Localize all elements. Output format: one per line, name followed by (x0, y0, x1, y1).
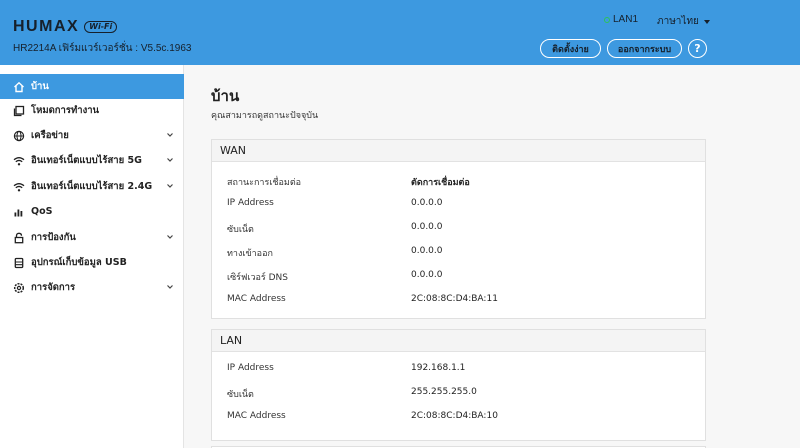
row-value: 2C:08:8C:D4:BA:11 (411, 294, 498, 304)
top-header: HUMAX Wi-Fi HR2214A เฟิร์มแวร์เวอร์ชั่น … (0, 0, 800, 65)
sidebar: บ้าน โหมดการทำงาน เครือข่าย อินเทอร์เน็ต… (0, 65, 184, 448)
wan-heading: WAN (212, 140, 705, 162)
wan-row-ip-address: IP Address 0.0.0.0 (227, 198, 687, 212)
firmware-version: HR2214A เฟิร์มแวร์เวอร์ชั่น : V5.5c.1963 (13, 43, 192, 54)
chevron-down-icon (167, 133, 173, 137)
wan-card: WAN สถานะการเชื่อมต่อ ตัดการเชื่อมต่อ IP… (211, 139, 706, 319)
lan-status-label: LAN1 (613, 14, 639, 25)
sidebar-item-label: อินเทอร์เน็ตแบบไร้สาย 2.4G (31, 181, 153, 192)
wifi-icon (12, 154, 25, 167)
brand-logo: HUMAX (13, 18, 80, 35)
language-label: ภาษาไทย (657, 16, 699, 27)
wan-row-dns: เซิร์ฟเวอร์ DNS 0.0.0.0 (227, 270, 687, 284)
quick-setup-button[interactable]: ติดตั้งง่าย (540, 39, 601, 58)
row-label: IP Address (227, 198, 274, 208)
gear-icon (12, 281, 25, 294)
sidebar-item-label: การป้องกัน (31, 232, 76, 243)
page-title: บ้าน (211, 87, 240, 105)
wifi-badge: Wi-Fi (84, 21, 118, 33)
lan-row-subnet: ซับเน็ต 255.255.255.0 (227, 387, 687, 401)
sidebar-item-label: อุปกรณ์เก็บข้อมูล USB (31, 257, 127, 268)
home-icon (12, 80, 25, 93)
chevron-down-icon (167, 184, 173, 188)
row-label: MAC Address (227, 294, 286, 304)
sidebar-item-wireless-5g[interactable]: อินเทอร์เน็ตแบบไร้สาย 5G (0, 148, 184, 173)
mode-icon (12, 104, 25, 117)
row-label: ทางเข้าออก (227, 249, 273, 259)
sidebar-item-home[interactable]: บ้าน (0, 74, 184, 99)
sidebar-item-label: เครือข่าย (31, 130, 69, 141)
row-label: เซิร์ฟเวอร์ DNS (227, 273, 288, 283)
chevron-down-icon (167, 285, 173, 289)
sidebar-item-network[interactable]: เครือข่าย (0, 123, 184, 148)
row-value: 0.0.0.0 (411, 198, 443, 208)
sidebar-item-label: โหมดการทำงาน (31, 105, 100, 116)
status-dot-icon (604, 16, 610, 23)
caret-down-icon (703, 19, 710, 24)
row-value: 192.168.1.1 (411, 363, 466, 373)
chevron-down-icon (167, 158, 173, 162)
language-select[interactable]: ภาษาไทย (657, 14, 710, 29)
sidebar-item-management[interactable]: การจัดการ (0, 275, 184, 300)
chevron-down-icon (167, 235, 173, 239)
row-label: สถานะการเชื่อมต่อ (227, 178, 302, 188)
row-value: 2C:08:8C:D4:BA:10 (411, 411, 498, 421)
sidebar-item-security[interactable]: การป้องกัน (0, 225, 184, 250)
row-value: 255.255.255.0 (411, 387, 477, 397)
lock-icon (12, 231, 25, 244)
row-value: ตัดการเชื่อมต่อ (411, 178, 470, 188)
logout-button[interactable]: ออกจากระบบ (607, 39, 682, 58)
sidebar-item-usb-storage[interactable]: อุปกรณ์เก็บข้อมูล USB (0, 250, 184, 275)
lan-row-ip-address: IP Address 192.168.1.1 (227, 363, 687, 377)
wifi-icon (12, 180, 25, 193)
row-value: 0.0.0.0 (411, 246, 443, 256)
sidebar-item-label: บ้าน (31, 81, 49, 92)
main-content: บ้าน คุณสามารถดูสถานะปัจจุบัน WAN สถานะก… (184, 65, 800, 448)
row-label: ซับเน็ต (227, 225, 254, 235)
wan-row-mac-address: MAC Address 2C:08:8C:D4:BA:11 (227, 294, 687, 308)
lan-heading: LAN (212, 330, 705, 352)
sidebar-item-label: การจัดการ (31, 282, 76, 293)
lan-status: LAN1 (604, 14, 638, 25)
sidebar-item-operation-mode[interactable]: โหมดการทำงาน (0, 98, 184, 123)
bar-chart-icon (12, 205, 25, 218)
row-label: MAC Address (227, 411, 286, 421)
usb-storage-icon (12, 256, 25, 269)
sidebar-item-qos[interactable]: QoS (0, 199, 184, 224)
row-label: IP Address (227, 363, 274, 373)
row-value: 0.0.0.0 (411, 270, 443, 280)
sidebar-item-wireless-2-4g[interactable]: อินเทอร์เน็ตแบบไร้สาย 2.4G (0, 174, 184, 199)
row-label: ซับเน็ต (227, 390, 254, 400)
wan-row-gateway: ทางเข้าออก 0.0.0.0 (227, 246, 687, 260)
sidebar-item-label: QoS (31, 206, 53, 217)
globe-icon (12, 129, 25, 142)
help-button[interactable]: ? (688, 39, 707, 58)
lan-card: LAN IP Address 192.168.1.1 ซับเน็ต 255.2… (211, 329, 706, 441)
wan-row-connection-status: สถานะการเชื่อมต่อ ตัดการเชื่อมต่อ (227, 175, 687, 189)
row-value: 0.0.0.0 (411, 222, 443, 232)
wan-row-subnet: ซับเน็ต 0.0.0.0 (227, 222, 687, 236)
logo: HUMAX Wi-Fi (13, 18, 118, 36)
sidebar-item-label: อินเทอร์เน็ตแบบไร้สาย 5G (31, 155, 142, 166)
lan-row-mac-address: MAC Address 2C:08:8C:D4:BA:10 (227, 411, 687, 425)
page-subtitle: คุณสามารถดูสถานะปัจจุบัน (211, 111, 319, 121)
